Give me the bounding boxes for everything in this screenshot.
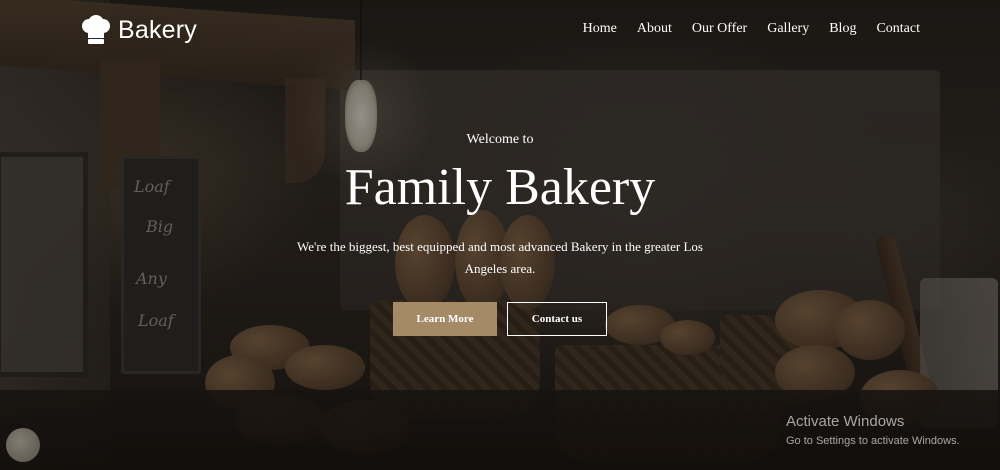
learn-more-button[interactable]: Learn More [393,302,497,336]
hero-title: Family Bakery [344,159,656,216]
hero-section: Welcome to Family Bakery We're the bigge… [0,0,1000,470]
watermark-title: Activate Windows [786,413,905,430]
watermark-subtitle: Go to Settings to activate Windows. [786,435,960,447]
contact-us-button[interactable]: Contact us [507,302,607,336]
hero-description: We're the biggest, best equipped and mos… [297,239,703,276]
hero-buttons: Learn More Contact us [0,302,1000,336]
hero-welcome-text: Welcome to [466,132,534,147]
activate-windows-watermark: Activate Windows Go to Settings to activ… [786,413,960,449]
shield-icon [6,428,40,462]
